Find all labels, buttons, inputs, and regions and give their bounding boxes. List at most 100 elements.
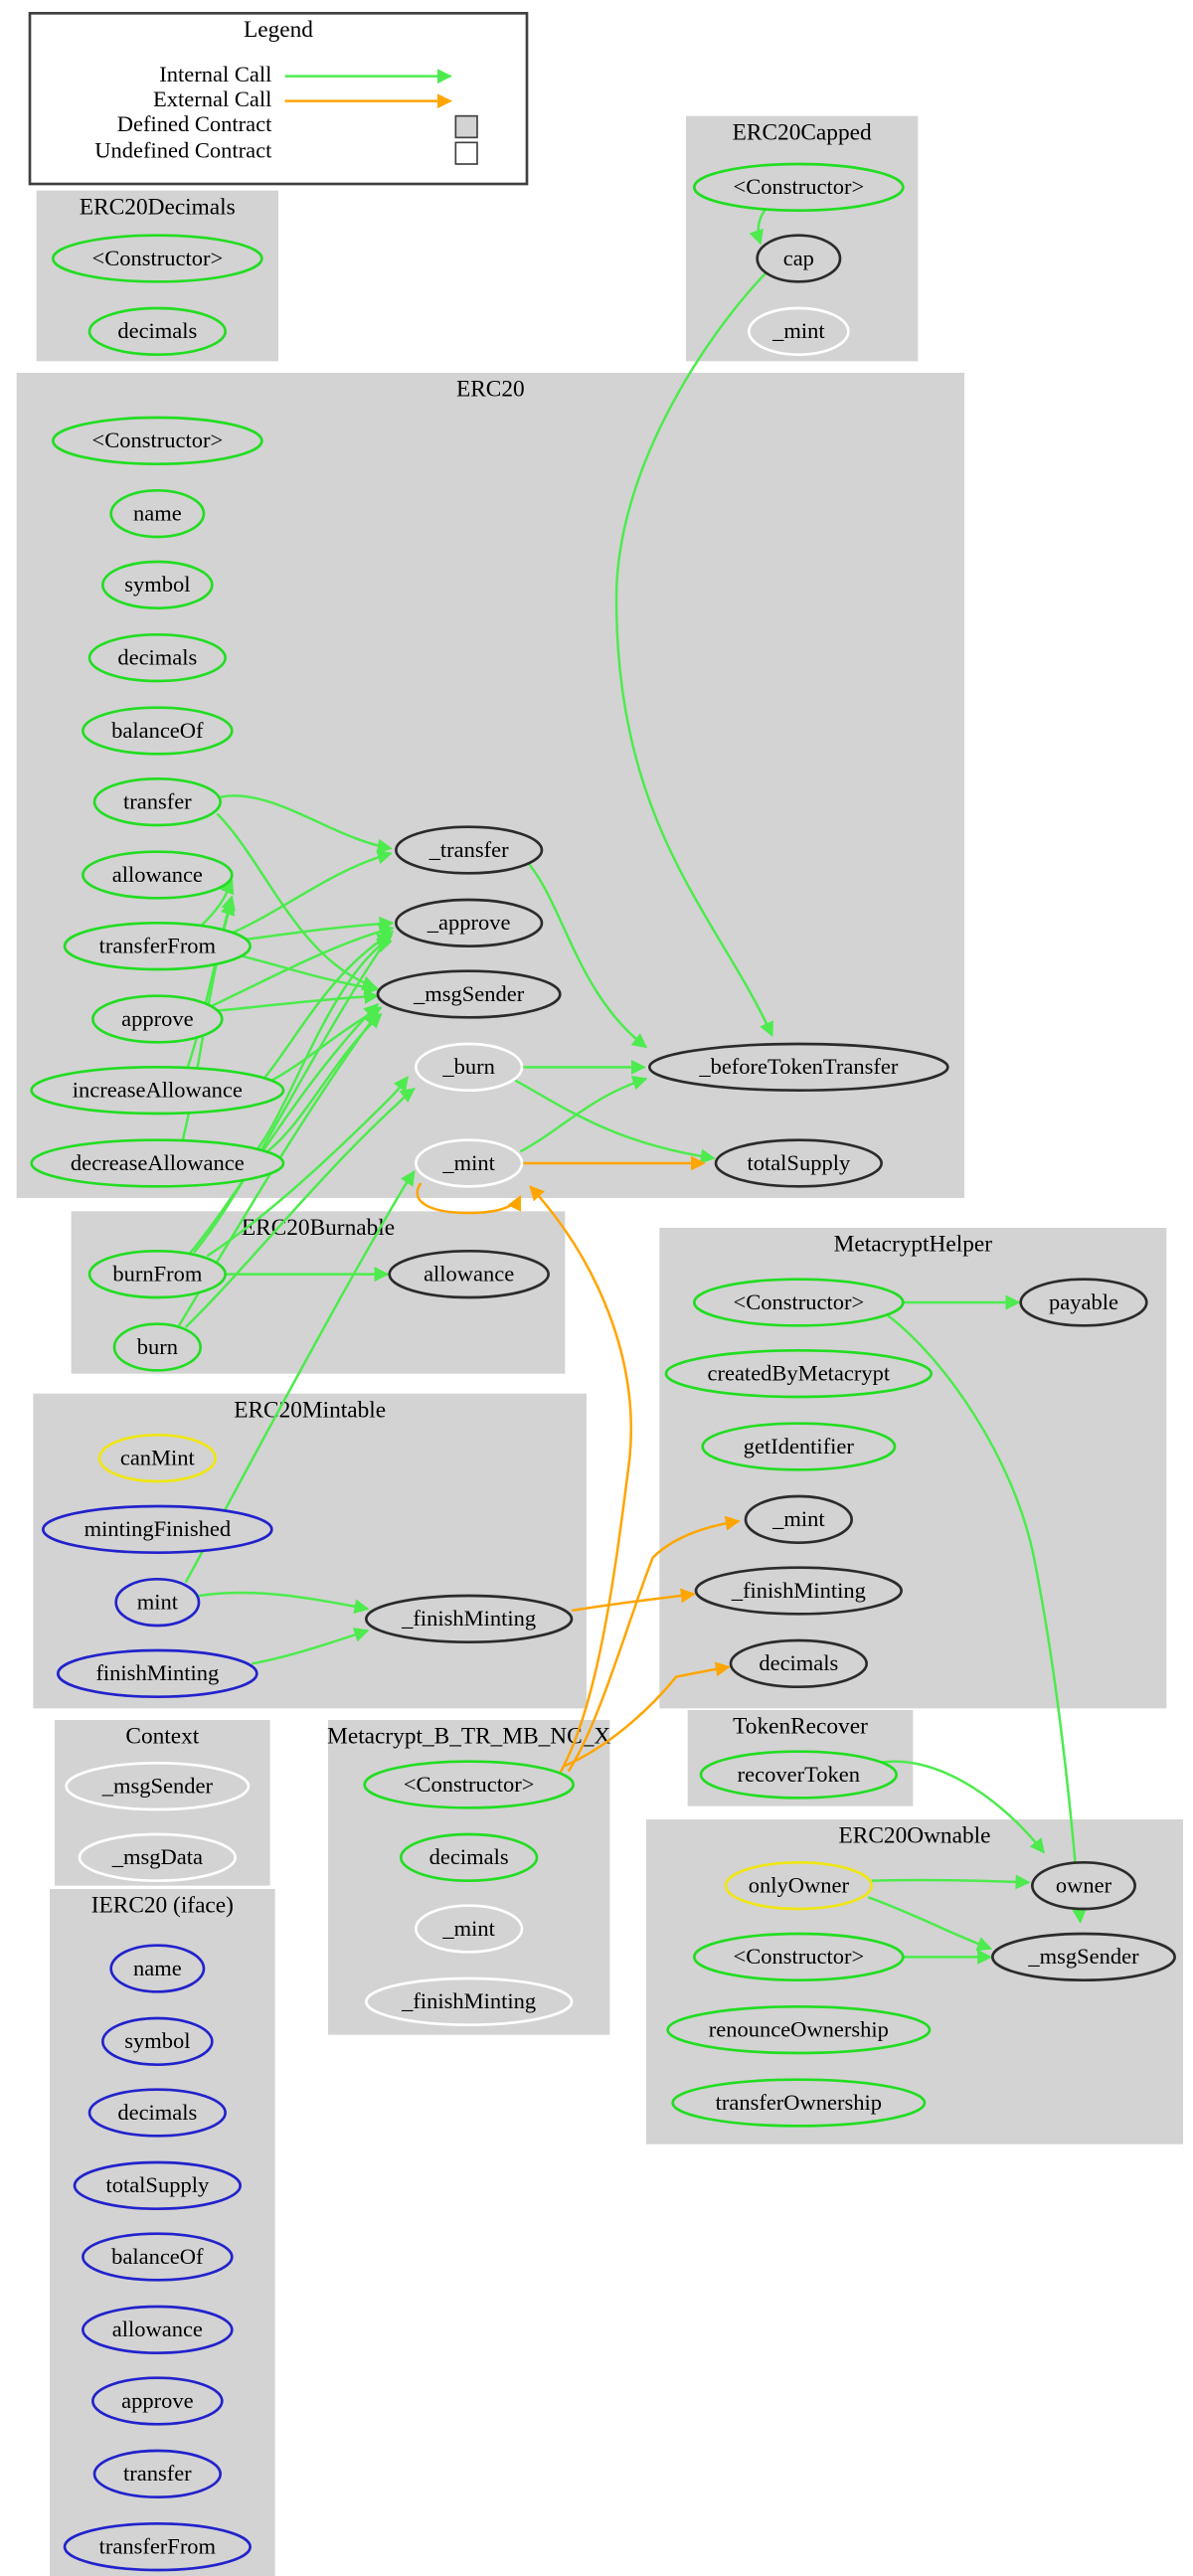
node-label-b_burnfrom: burnFrom [112, 1261, 202, 1286]
cluster-label-context: Context [125, 1724, 199, 1750]
node-label-mi_mfin: mintingFinished [85, 1516, 232, 1541]
node-label-mb_mint: _mint [441, 1916, 495, 1941]
cluster-label-erc20decimals: ERC20Decimals [80, 194, 236, 220]
node-dec_ctor[interactable]: <Constructor> [52, 234, 263, 283]
call-graph-canvas: Legend Internal CallExternal CallDefined … [16, 12, 1183, 2576]
node-cap_cap[interactable]: cap [756, 234, 842, 283]
node-label-i_approve: approve [121, 2388, 193, 2413]
node-label-e__appr: _approve [426, 910, 511, 935]
node-label-m_finish: _finishMinting [731, 1578, 866, 1603]
cluster-label-metacrypt_b: Metacrypt_B_TR_MB_NC_X [327, 1724, 610, 1750]
legend: Legend Internal CallExternal CallDefined … [28, 12, 529, 186]
node-i_decimals[interactable]: decimals [87, 2088, 228, 2138]
node-mb_mint[interactable]: _mint [415, 1904, 524, 1954]
node-label-i_transfer: transfer [123, 2461, 192, 2486]
node-i_name[interactable]: name [109, 1944, 206, 1993]
node-e_btt[interactable]: _beforeTokenTransfer [648, 1042, 949, 1093]
node-o_msgsender[interactable]: _msgSender [991, 1932, 1177, 1982]
node-o_renounce[interactable]: renounceOwnership [666, 2005, 932, 2055]
node-b_burn[interactable]: burn [112, 1322, 203, 1372]
node-label-e_decall: decreaseAllowance [71, 1150, 245, 1175]
node-mi_mint[interactable]: mint [114, 1578, 201, 1628]
node-e_appr[interactable]: approve [91, 994, 224, 1044]
node-label-o_ctor: <Constructor> [734, 1944, 865, 1969]
node-label-e__mint: _mint [441, 1150, 495, 1175]
node-label-tr_recover: recoverToken [738, 1762, 860, 1787]
legend-title: Legend [244, 17, 313, 43]
node-cap_mint[interactable]: _mint [748, 306, 850, 357]
node-e_xfer[interactable]: transfer [92, 777, 223, 827]
cluster-label-erc20capped: ERC20Capped [733, 119, 872, 145]
node-e__appr[interactable]: _approve [395, 898, 544, 948]
node-c_msgsender[interactable]: _msgSender [65, 1762, 251, 1811]
node-label-i_symbol: symbol [124, 2028, 190, 2053]
node-m_ctor[interactable]: <Constructor> [693, 1278, 905, 1327]
cluster-label-erc20mintable: ERC20Mintable [234, 1397, 386, 1423]
node-mb_finish[interactable]: _finishMinting [365, 1976, 574, 2027]
node-label-b_burn: burn [137, 1334, 178, 1359]
node-e__xfer[interactable]: _transfer [395, 825, 544, 875]
node-e_dec[interactable]: decimals [87, 633, 228, 683]
legend-swatch-2 [454, 114, 478, 139]
node-e_name[interactable]: name [109, 489, 206, 539]
node-m_decimals[interactable]: decimals [729, 1638, 869, 1689]
node-e_balof[interactable]: balanceOf [82, 706, 234, 756]
node-c_msgdata[interactable]: _msgData [78, 1832, 238, 1883]
node-m_created[interactable]: createdByMetacrypt [664, 1349, 934, 1399]
node-label-c_msgdata: _msgData [111, 1844, 203, 1869]
node-i_xferfrom[interactable]: transferFrom [63, 2522, 253, 2572]
node-label-m_getid: getIdentifier [744, 1434, 855, 1459]
node-mi__finish[interactable]: _finishMinting [365, 1594, 574, 1644]
node-o_onlyowner[interactable]: onlyOwner [724, 1861, 874, 1911]
node-b_burnfrom[interactable]: burnFrom [87, 1250, 228, 1299]
node-dec_decimals[interactable]: decimals [87, 306, 228, 357]
node-m_payable[interactable]: payable [1019, 1278, 1148, 1327]
cluster-label-erc20: ERC20 [456, 377, 525, 403]
node-label-m_created: createdByMetacrypt [707, 1360, 890, 1385]
node-label-e_balof: balanceOf [111, 718, 204, 743]
node-e_incall[interactable]: increaseAllowance [30, 1066, 285, 1116]
node-e_allow[interactable]: allowance [82, 850, 234, 900]
node-mb_dec[interactable]: decimals [400, 1832, 539, 1883]
node-label-e_dec: decimals [117, 644, 197, 669]
node-e_xferfr[interactable]: transferFrom [63, 922, 253, 971]
node-m_finish[interactable]: _finishMinting [694, 1566, 904, 1616]
node-e__burn[interactable]: _burn [415, 1042, 524, 1093]
node-e_ctor[interactable]: <Constructor> [52, 416, 263, 466]
legend-label-2: Defined Contract [117, 111, 272, 136]
node-i_symbol[interactable]: symbol [101, 2016, 214, 2067]
node-label-mi_mint: mint [137, 1589, 179, 1614]
node-i_totsup[interactable]: totalSupply [73, 2160, 243, 2211]
node-label-i_allow: allowance [112, 2317, 203, 2341]
node-mi_canmint[interactable]: canMint [97, 1434, 218, 1483]
legend-label-1: External Call [153, 86, 271, 111]
node-o_owner[interactable]: owner [1031, 1861, 1137, 1911]
node-mi_finish[interactable]: finishMinting [57, 1648, 258, 1699]
node-b_allowance[interactable]: allowance [388, 1250, 551, 1299]
node-o_transfer[interactable]: transferOwnership [671, 2078, 927, 2128]
node-label-i_xferfrom: transferFrom [99, 2533, 217, 2558]
node-e_totsup[interactable]: totalSupply [714, 1138, 884, 1188]
node-mb_ctor[interactable]: <Constructor> [363, 1760, 576, 1809]
node-e__mint[interactable]: _mint [415, 1138, 524, 1188]
node-label-o_owner: owner [1056, 1872, 1112, 1897]
node-o_ctor[interactable]: <Constructor> [693, 1932, 905, 1982]
node-i_balof[interactable]: balanceOf [82, 2232, 234, 2282]
node-m_getid[interactable]: getIdentifier [701, 1422, 897, 1471]
node-cap_ctor[interactable]: <Constructor> [693, 162, 905, 213]
node-e__msgs[interactable]: _msgSender [376, 969, 562, 1019]
node-label-e__xfer: _transfer [428, 837, 509, 862]
node-label-o_renounce: renounceOwnership [709, 2016, 889, 2041]
node-tr_recover[interactable]: recoverToken [699, 1750, 899, 1800]
node-mi_mfin[interactable]: mintingFinished [42, 1504, 273, 1555]
node-i_transfer[interactable]: transfer [92, 2449, 223, 2499]
node-e_symbol[interactable]: symbol [101, 560, 214, 610]
node-label-cap_ctor: <Constructor> [734, 174, 865, 199]
node-e_decall[interactable]: decreaseAllowance [30, 1138, 285, 1188]
node-label-e_appr: approve [121, 1006, 193, 1031]
node-m_mint[interactable]: _mint [744, 1494, 854, 1545]
node-label-mi_finish: finishMinting [95, 1660, 219, 1685]
node-label-mi__finish: _finishMinting [401, 1606, 536, 1631]
node-i_allow[interactable]: allowance [82, 2305, 234, 2355]
node-i_approve[interactable]: approve [91, 2376, 224, 2426]
